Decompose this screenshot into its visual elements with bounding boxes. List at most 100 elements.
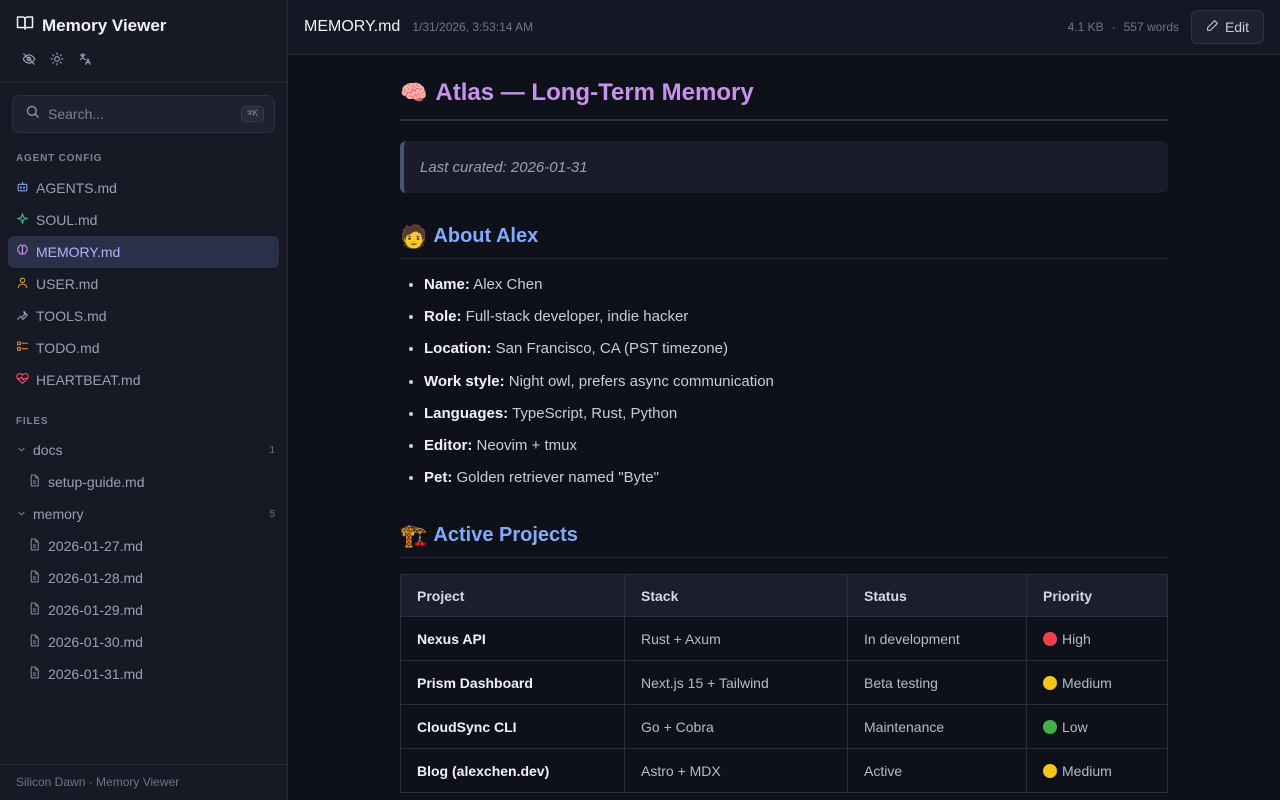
file-item[interactable]: 2026-01-30.md bbox=[28, 628, 275, 656]
main-panel: MEMORY.md 1/31/2026, 3:53:14 AM 4.1 KB ·… bbox=[288, 0, 1280, 800]
sparkle-icon bbox=[16, 212, 29, 228]
chevron-down-icon bbox=[16, 506, 27, 522]
priority-cell: Low bbox=[1026, 704, 1168, 750]
status-cell: In development bbox=[847, 616, 1027, 662]
section-heading-text: About Alex bbox=[433, 225, 539, 247]
bot-icon bbox=[16, 180, 29, 196]
app-title-text: Memory Viewer bbox=[42, 15, 167, 35]
file-icon bbox=[28, 538, 41, 554]
sidebar-item-label: AGENTS.md bbox=[36, 180, 117, 196]
sidebar: Memory Viewer Search... ⌘K AGENT CONFIG … bbox=[0, 0, 288, 800]
search-shortcut-badge: ⌘K bbox=[241, 106, 264, 122]
file-name: 2026-01-31.md bbox=[48, 666, 143, 682]
edit-button[interactable]: Edit bbox=[1191, 10, 1264, 44]
chevron-down-icon bbox=[16, 442, 27, 458]
file-name: setup-guide.md bbox=[48, 474, 145, 490]
translate-icon[interactable] bbox=[77, 51, 93, 67]
column-header-status: Status bbox=[847, 574, 1027, 618]
document-filename: MEMORY.md bbox=[304, 18, 401, 35]
sidebar-footer: Silicon Dawn · Memory Viewer bbox=[0, 764, 287, 800]
file-item[interactable]: 2026-01-28.md bbox=[28, 564, 275, 592]
sidebar-item-label: SOUL.md bbox=[36, 212, 98, 228]
user-icon bbox=[16, 276, 29, 292]
file-icon bbox=[28, 666, 41, 682]
file-name: 2026-01-29.md bbox=[48, 602, 143, 618]
table-row: Nexus API Rust + Axum In development Hig… bbox=[400, 616, 1168, 662]
sidebar-item-heartbeat[interactable]: HEARTBEAT.md bbox=[8, 364, 279, 396]
project-cell: Blog (alexchen.dev) bbox=[400, 748, 625, 794]
list-item: Work style: Night owl, prefers async com… bbox=[424, 366, 1168, 398]
sun-icon[interactable] bbox=[49, 51, 65, 67]
book-icon bbox=[16, 14, 34, 37]
file-item[interactable]: 2026-01-31.md bbox=[28, 660, 275, 688]
table-row: Prism Dashboard Next.js 15 + Tailwind Be… bbox=[400, 660, 1168, 706]
stack-cell: Go + Cobra bbox=[624, 704, 848, 750]
list-item-key: Pet: bbox=[424, 469, 453, 487]
section-heading-about: 🧑 About Alex bbox=[400, 225, 1168, 259]
table-row: Blog (alexchen.dev) Astro + MDX Active M… bbox=[400, 748, 1168, 794]
file-name: 2026-01-30.md bbox=[48, 634, 143, 650]
file-item[interactable]: 2026-01-27.md bbox=[28, 532, 275, 560]
document-title-text: Atlas — Long-Term Memory bbox=[435, 79, 754, 106]
file-name: 2026-01-28.md bbox=[48, 570, 143, 586]
list-item-value: Full-stack developer, indie hacker bbox=[465, 308, 689, 326]
sidebar-item-memory[interactable]: MEMORY.md bbox=[8, 236, 279, 268]
section-heading-text: Active Projects bbox=[433, 524, 578, 547]
stack-cell: Next.js 15 + Tailwind bbox=[624, 660, 848, 706]
markdown-content: 🧠 Atlas — Long-Term Memory Last curated:… bbox=[400, 55, 1168, 794]
list-item: Pet: Golden retriever named "Byte" bbox=[424, 462, 1168, 494]
sidebar-item-label: USER.md bbox=[36, 276, 99, 292]
app-title: Memory Viewer bbox=[16, 14, 271, 37]
sidebar-item-soul[interactable]: SOUL.md bbox=[8, 204, 279, 236]
agent-config-label: AGENT CONFIG bbox=[16, 153, 103, 164]
sidebar-item-label: TODO.md bbox=[36, 340, 100, 356]
stack-cell: Rust + Axum bbox=[624, 616, 848, 662]
sidebar-item-todo[interactable]: TODO.md bbox=[8, 332, 279, 364]
folder-name: memory bbox=[33, 506, 84, 522]
project-cell: CloudSync CLI bbox=[400, 704, 625, 750]
list-item-key: Editor: bbox=[424, 436, 473, 454]
folder-memory[interactable]: memory 5 bbox=[16, 500, 275, 528]
list-item: Role: Full-stack developer, indie hacker bbox=[424, 301, 1168, 333]
sidebar-item-label: MEMORY.md bbox=[36, 244, 121, 260]
priority-label: High bbox=[1062, 630, 1091, 647]
search-input[interactable]: Search... ⌘K bbox=[12, 95, 275, 133]
folder-count: 5 bbox=[269, 508, 275, 520]
priority-label: Medium bbox=[1062, 762, 1112, 779]
sidebar-item-label: TOOLS.md bbox=[36, 308, 107, 324]
red-circle-icon bbox=[1043, 631, 1057, 646]
heartbeat-icon bbox=[16, 372, 29, 388]
eye-off-icon[interactable] bbox=[21, 51, 37, 67]
search-placeholder: Search... bbox=[48, 106, 105, 122]
project-cell: Prism Dashboard bbox=[400, 660, 625, 706]
file-item[interactable]: 2026-01-29.md bbox=[28, 596, 275, 624]
file-name: 2026-01-27.md bbox=[48, 538, 143, 554]
priority-cell: Medium bbox=[1026, 748, 1168, 794]
column-header-project: Project bbox=[400, 574, 625, 618]
status-cell: Maintenance bbox=[847, 704, 1027, 750]
list-item: Location: San Francisco, CA (PST timezon… bbox=[424, 333, 1168, 365]
blockquote: Last curated: 2026-01-31 bbox=[400, 141, 1168, 193]
file-icon bbox=[28, 634, 41, 650]
search-icon bbox=[25, 104, 40, 124]
sidebar-item-agents[interactable]: AGENTS.md bbox=[8, 172, 279, 204]
folder-docs[interactable]: docs 1 bbox=[16, 436, 275, 464]
table-row: CloudSync CLI Go + Cobra Maintenance Low bbox=[400, 704, 1168, 750]
edit-button-label: Edit bbox=[1224, 19, 1250, 35]
about-list: Name: Alex Chen Role: Full-stack develop… bbox=[400, 269, 1168, 494]
priority-label: Medium bbox=[1062, 674, 1112, 691]
list-item-key: Name: bbox=[424, 276, 470, 293]
priority-cell: High bbox=[1026, 616, 1168, 662]
list-item-key: Work style: bbox=[424, 372, 505, 390]
list-item: Editor: Neovim + tmux bbox=[424, 430, 1168, 462]
sidebar-item-tools[interactable]: TOOLS.md bbox=[8, 300, 279, 332]
folder-count: 1 bbox=[269, 444, 275, 456]
sidebar-header: Memory Viewer bbox=[0, 0, 287, 83]
document-modified-date: 1/31/2026, 3:53:14 AM bbox=[412, 20, 534, 34]
file-item[interactable]: setup-guide.md bbox=[28, 468, 275, 496]
stack-cell: Astro + MDX bbox=[624, 748, 848, 794]
sidebar-item-user[interactable]: USER.md bbox=[8, 268, 279, 300]
files-label: FILES bbox=[16, 416, 49, 427]
construction-emoji-icon: 🏗️ bbox=[400, 522, 428, 548]
list-item-value: Alex Chen bbox=[473, 276, 543, 293]
